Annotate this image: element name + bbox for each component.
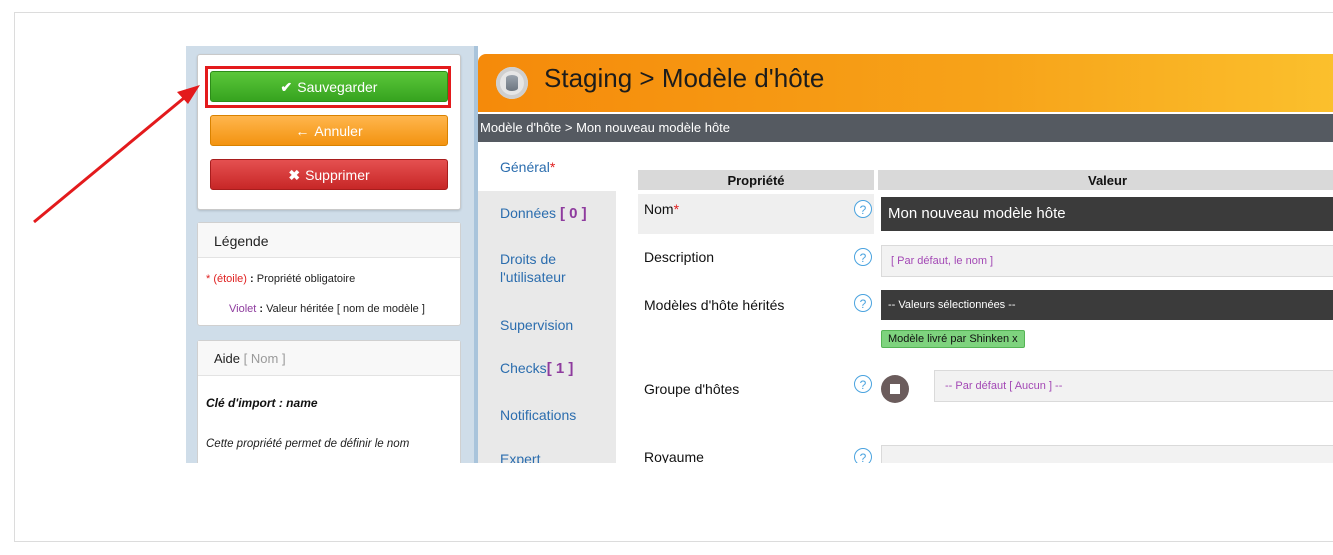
check-icon: ✔ [280, 79, 293, 95]
save-button-label: Sauvegarder [297, 79, 378, 95]
tab-checks[interactable]: Checks[ 1 ] [500, 360, 573, 377]
nom-required-star: * [673, 201, 680, 217]
tab-checks-count: [ 1 ] [546, 360, 574, 377]
nom-label-text: Nom [644, 201, 674, 217]
question-circle-icon[interactable]: ? [854, 448, 872, 463]
question-circle-icon[interactable]: ? [854, 294, 872, 312]
description-input[interactable]: [ Par défaut, le nom ] [881, 245, 1333, 277]
question-circle-icon[interactable]: ? [854, 200, 872, 218]
arrow-left-icon: ← [295, 123, 310, 139]
legend-star-marker: * (étoile) [206, 273, 247, 285]
help-panel: Aide [ Nom ] Clé d'import : name Cette p… [197, 340, 461, 463]
tab-donnees[interactable]: Données [ 0 ] [500, 205, 587, 222]
chip-remove-icon[interactable]: x [1012, 333, 1018, 345]
groupe-select[interactable]: -- Par défaut [ Aucun ] -- [934, 370, 1333, 402]
tabs-sidebar: Général* Données [ 0 ] Droits de l'utili… [478, 145, 616, 463]
tab-droits[interactable]: Droits de l'utilisateur [500, 250, 566, 286]
legend-row-inherited: Violet : Valeur héritée [ nom de modèle … [229, 303, 425, 315]
question-circle-icon[interactable]: ? [854, 375, 872, 393]
help-description: Cette propriété permet de définir le nom [206, 438, 410, 450]
save-button[interactable]: ✔ Sauvegarder [210, 71, 448, 102]
legend-separator: : [250, 273, 254, 285]
help-title: Aide [ Nom ] [198, 341, 460, 376]
help-title-text: Aide [214, 351, 241, 366]
page-header: Staging > Modèle d'hôte [478, 54, 1333, 112]
tab-checks-label: Checks [500, 360, 547, 376]
row-modeles-label: Modèles d'hôte hérités [644, 297, 785, 313]
x-icon: ✖ [288, 167, 301, 183]
tab-expert[interactable]: Expert [500, 451, 540, 463]
help-import-key: Clé d'import : name [206, 396, 318, 410]
row-royaume-label: Royaume [644, 449, 704, 463]
tab-general-label: Général [500, 159, 550, 175]
tab-general[interactable]: Général* [500, 159, 555, 175]
actions-panel: ✔ Sauvegarder ← Annuler ✖ Supprimer [197, 54, 461, 210]
row-groupe-label: Groupe d'hôtes [644, 381, 740, 397]
legend-separator: : [259, 303, 264, 315]
app-window: ✔ Sauvegarder ← Annuler ✖ Supprimer Légende… [186, 46, 1333, 463]
column-header-property: Propriété [638, 170, 874, 190]
page-title: Staging > Modèle d'hôte [544, 63, 825, 93]
chip-label: Modèle livré par Shinken [888, 333, 1010, 345]
tab-notifications[interactable]: Notifications [500, 407, 576, 423]
nom-input[interactable]: Mon nouveau modèle hôte [881, 197, 1333, 231]
cancel-button-label: Annuler [314, 123, 363, 139]
royaume-select[interactable] [881, 445, 1333, 463]
groupe-toggle[interactable] [881, 375, 909, 403]
tab-donnees-count: [ 0 ] [559, 205, 587, 222]
legend-inherited-text: Valeur héritée [ nom de modèle ] [266, 303, 425, 315]
tab-droits-line2: l'utilisateur [500, 269, 566, 285]
modeles-chip[interactable]: Modèle livré par Shinken x [881, 330, 1025, 348]
legend-title: Légende [198, 223, 460, 258]
delete-button[interactable]: ✖ Supprimer [210, 159, 448, 190]
delete-button-label: Supprimer [305, 167, 370, 183]
tab-donnees-label: Données [500, 205, 557, 221]
legend-required-text: Propriété obligatoire [256, 273, 356, 285]
cancel-button[interactable]: ← Annuler [210, 115, 448, 146]
row-nom-label: Nom* [644, 201, 679, 217]
tab-general-star: * [549, 159, 556, 175]
database-icon [496, 67, 528, 99]
properties-table: Propriété Valeur Nom* ? Mon nouveau modè… [616, 145, 1333, 463]
help-title-suffix: [ Nom ] [243, 351, 286, 366]
legend-violet-marker: Violet [229, 303, 257, 315]
main-content: Staging > Modèle d'hôte Modèle d'hôte > … [474, 46, 1333, 463]
modeles-select[interactable]: -- Valeurs sélectionnées -- [881, 290, 1333, 320]
tab-droits-line1: Droits de [500, 251, 557, 267]
legend-row-required: * (étoile) : Propriété obligatoire [206, 273, 355, 285]
tab-supervision[interactable]: Supervision [500, 317, 573, 333]
legend-panel: Légende * (étoile) : Propriété obligatoi… [197, 222, 461, 326]
question-circle-icon[interactable]: ? [854, 248, 872, 266]
row-description-label: Description [644, 249, 715, 265]
breadcrumb: Modèle d'hôte > Mon nouveau modèle hôte [478, 114, 1333, 142]
column-header-value: Valeur [878, 170, 1333, 190]
